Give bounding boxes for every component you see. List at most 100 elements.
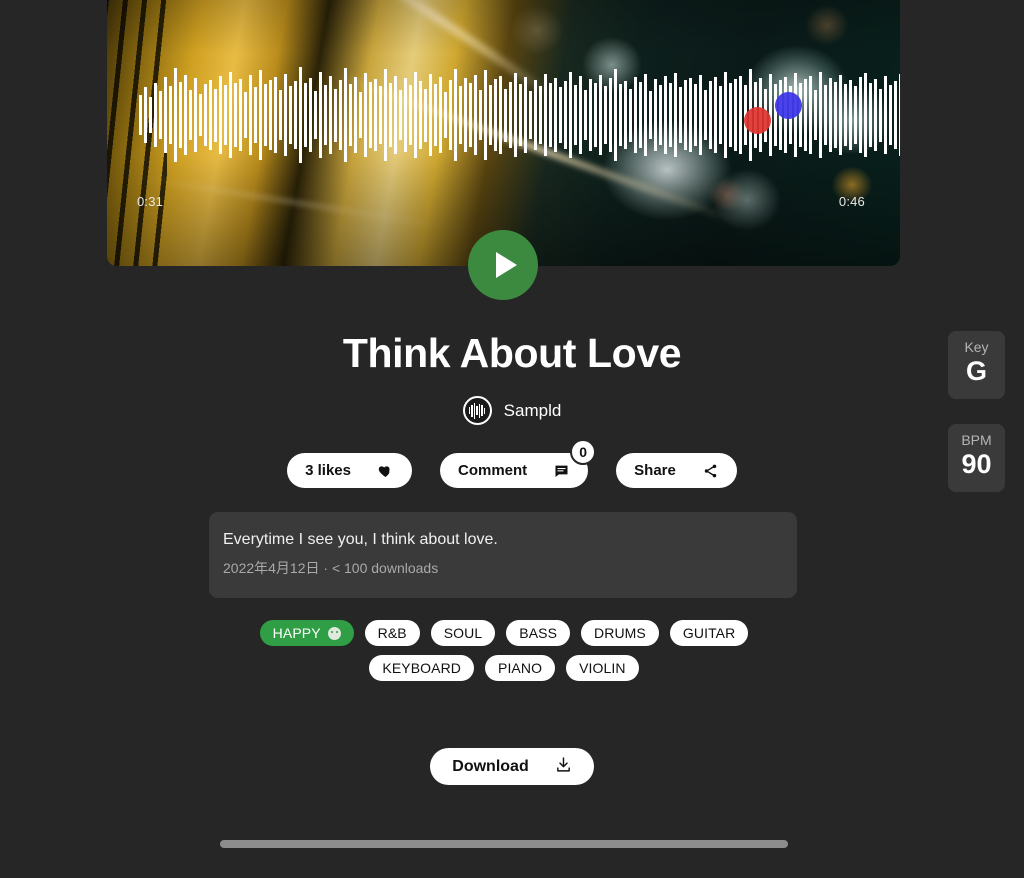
download-icon: [555, 756, 572, 778]
waveform-bar: [609, 77, 612, 153]
waveform-bar: [884, 75, 887, 155]
waveform-bar: [634, 76, 637, 154]
waveform-bar: [274, 76, 277, 154]
waveform-bar: [829, 77, 832, 153]
comment-button[interactable]: Comment 0: [440, 439, 597, 488]
waveform-bar: [714, 76, 717, 154]
waveform-bar: [244, 91, 247, 139]
waveform-bar: [544, 73, 547, 157]
waveform-bar: [674, 72, 677, 158]
waveform-bar: [584, 89, 587, 141]
waveform-bar: [574, 85, 577, 145]
download-row: Download: [0, 748, 1024, 785]
tag-label: GUITAR: [682, 625, 736, 641]
waveform-bar: [854, 86, 857, 144]
time-end-label: 0:46: [838, 194, 865, 209]
artist-row[interactable]: Sampld: [0, 396, 1024, 425]
share-button[interactable]: Share: [616, 453, 737, 488]
tag-list: HAPPY R&B SOUL BASS DRUMS GUITAR KEYBOARD PIANO…: [210, 620, 798, 681]
waveform-bar: [844, 84, 847, 146]
waveform-bar: [709, 81, 712, 149]
waveform-bar: [374, 78, 377, 152]
waveform-bar: [334, 88, 337, 142]
waveform-bar: [659, 85, 662, 145]
likes-button[interactable]: 3 likes: [287, 453, 412, 488]
waveform-bar: [859, 76, 862, 154]
waveform-bar: [729, 83, 732, 147]
sampld-logo-icon: [462, 396, 492, 425]
waveform-bar: [739, 75, 742, 155]
waveform-bar: [324, 85, 327, 145]
waveform-bar: [389, 83, 392, 147]
waveform-bar: [564, 81, 567, 149]
download-label: Download: [452, 757, 529, 775]
tag-piano[interactable]: PIANO: [485, 655, 556, 681]
waveform-bar: [814, 89, 817, 141]
waveform-bar: [734, 78, 737, 152]
waveform-bar: [594, 83, 597, 147]
waveform-bar: [239, 78, 242, 152]
waveform-bar: [569, 71, 572, 159]
waveform-bar: [644, 73, 647, 157]
waveform-bar: [889, 85, 892, 145]
waveform-bar: [724, 71, 727, 159]
waveform-bar: [314, 90, 317, 140]
tag-label: SOUL: [443, 625, 483, 641]
waveform-bar: [449, 80, 452, 150]
waveform-bar: [529, 90, 532, 140]
waveform-bar: [144, 87, 147, 143]
waveform-marker-blue[interactable]: [775, 92, 802, 119]
tag-drums[interactable]: DRUMS: [581, 620, 659, 646]
waveform-bar: [649, 90, 652, 140]
tag-r-b[interactable]: R&B: [364, 620, 420, 646]
waveform-bar: [719, 86, 722, 144]
bpm-label: BPM: [961, 432, 992, 448]
action-buttons: 3 likes Comment 0 Share: [0, 439, 1024, 488]
waveform-bar: [424, 88, 427, 142]
waveform-bar: [224, 85, 227, 145]
waveform-bar: [249, 74, 252, 156]
waveform-bar: [494, 78, 497, 152]
share-icon: [702, 463, 719, 479]
waveform-bar: [204, 84, 207, 146]
waveform-bar: [444, 91, 447, 139]
tag-bass[interactable]: BASS: [506, 620, 571, 646]
waveform-bar: [229, 71, 232, 159]
waveform-bar: [349, 84, 352, 146]
waveform-bar: [819, 71, 822, 159]
tag-soul[interactable]: SOUL: [430, 620, 496, 646]
artwork-decor-streak: [133, 174, 451, 230]
waveform-bar: [524, 76, 527, 154]
waveform-bar: [159, 90, 162, 140]
tag-label: BASS: [519, 625, 558, 641]
waveform-bar: [484, 70, 487, 160]
waveform-bar: [699, 74, 702, 156]
waveform-bar: [534, 80, 537, 150]
waveform-bar: [869, 83, 872, 147]
waveform-bar: [289, 86, 292, 144]
time-start-label: 0:31: [137, 194, 164, 209]
download-button[interactable]: Download: [430, 748, 594, 785]
waveform-marker-red[interactable]: [744, 107, 771, 134]
horizontal-scrollbar[interactable]: [220, 840, 788, 848]
tag-label: PIANO: [498, 660, 543, 676]
play-button[interactable]: [468, 230, 538, 300]
waveform-bar: [804, 78, 807, 152]
waveform-bar: [899, 73, 900, 157]
tag-guitar[interactable]: GUITAR: [669, 620, 749, 646]
waveform-bar: [439, 76, 442, 154]
tag-keyboard[interactable]: KEYBOARD: [369, 655, 474, 681]
comment-count-badge: 0: [570, 439, 597, 465]
comment-label: Comment: [458, 462, 528, 479]
bpm-card: BPM 90: [948, 424, 1005, 492]
track-artwork-player[interactable]: 0:31 0:46: [107, 0, 900, 266]
waveform-bar: [809, 75, 812, 155]
waveform-bar: [409, 85, 412, 145]
waveform-bar: [554, 77, 557, 153]
waveform-bar: [169, 86, 172, 144]
waveform-bar: [254, 87, 257, 143]
waveform-bar: [354, 76, 357, 154]
key-value: G: [965, 356, 987, 387]
tag-violin[interactable]: VIOLIN: [566, 655, 639, 681]
tag-happy[interactable]: HAPPY: [259, 620, 354, 646]
